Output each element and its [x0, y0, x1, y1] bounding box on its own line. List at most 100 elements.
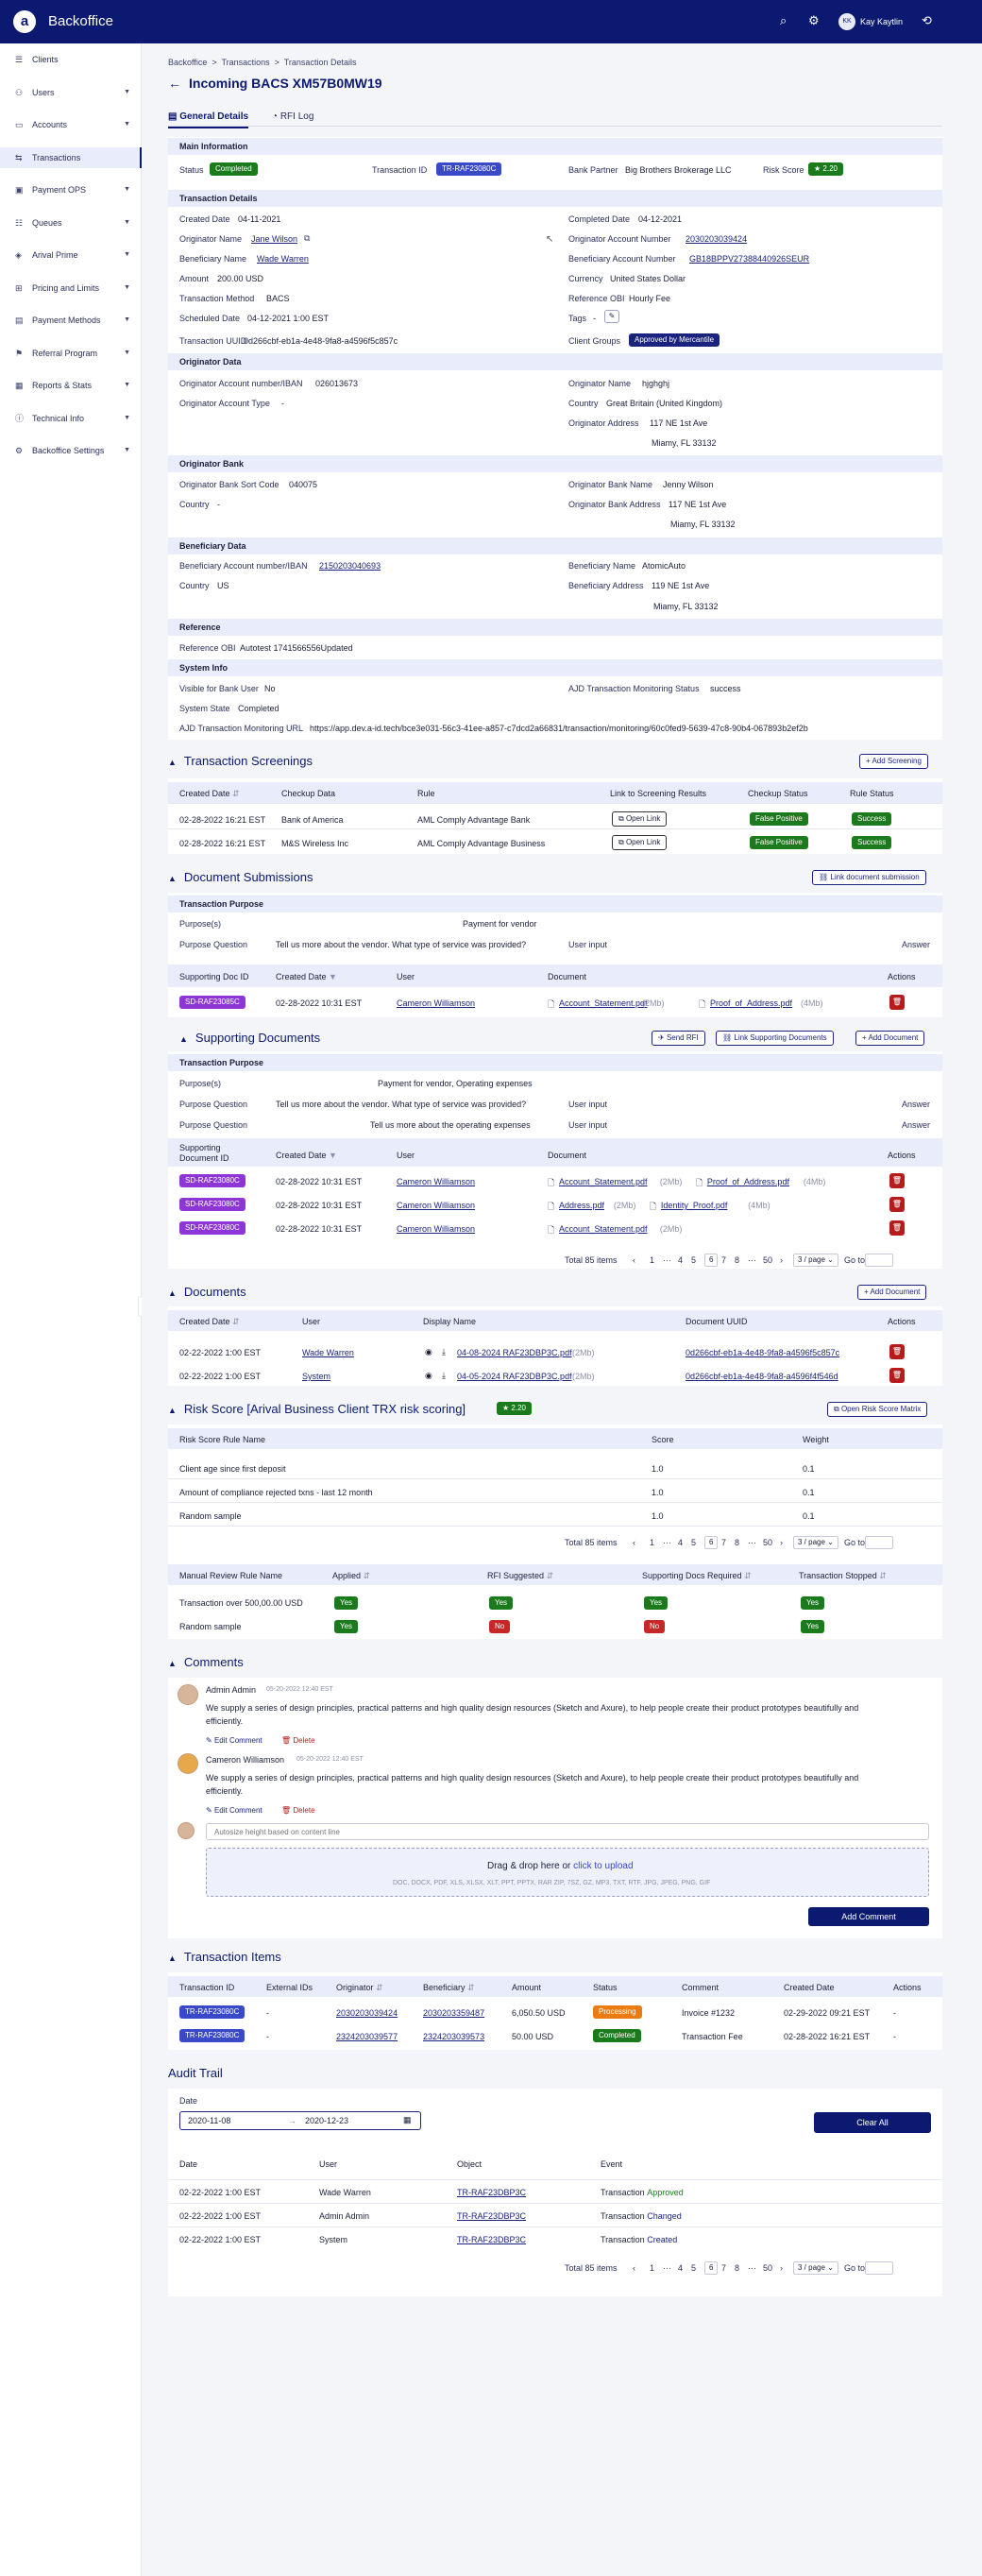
comment-input[interactable] — [206, 1823, 929, 1840]
col-rfi-suggested[interactable]: RFI Suggested ⇵ — [487, 1571, 553, 1581]
sidebar-item-payment-ops[interactable]: ▣ Payment OPS ▼ — [0, 179, 142, 200]
delete-icon[interactable]: 🗑 — [889, 1173, 905, 1188]
page-size-select[interactable]: 3 / page ⌄ — [793, 2261, 838, 2275]
page-item[interactable]: ··· — [748, 1538, 756, 1547]
delete-icon[interactable]: 🗑 — [889, 995, 905, 1010]
sidebar-item-technical-info[interactable]: ⓘ Technical Info ▼ — [0, 408, 142, 429]
edit-comment-button[interactable]: ✎ Edit Comment — [206, 1806, 262, 1815]
document-link[interactable]: Address.pdf — [559, 1201, 604, 1210]
col-applied[interactable]: Applied ⇵ — [332, 1571, 370, 1581]
document-link[interactable]: 04-08-2024 RAF23DBP3C.pdf — [457, 1348, 572, 1357]
view-icon[interactable]: ◉ — [425, 1371, 432, 1381]
app-logo[interactable]: a — [13, 10, 36, 33]
page-item[interactable]: ··· — [663, 1255, 671, 1265]
comments-section-title[interactable]: ▲ Comments — [168, 1655, 244, 1669]
page-item[interactable]: 5 — [691, 1255, 696, 1265]
originator-link[interactable]: 2030203039424 — [336, 2008, 398, 2018]
doc-id-badge[interactable]: SD-RAF23080C — [179, 1198, 246, 1211]
cell-user-link[interactable]: Wade Warren — [302, 1348, 354, 1357]
edit-comment-button[interactable]: ✎ Edit Comment — [206, 1736, 262, 1745]
page-item[interactable]: 7 — [721, 1255, 726, 1265]
breadcrumb-item[interactable]: Transactions — [221, 58, 269, 67]
doc-id-badge[interactable]: SD-RAF23080C — [179, 1174, 246, 1187]
add-comment-button[interactable]: Add Comment — [808, 1907, 929, 1926]
search-icon[interactable]: ⌕ — [780, 13, 787, 28]
object-link[interactable]: TR-RAF23DBP3C — [457, 2235, 526, 2244]
cell-user-link[interactable]: Cameron Williamson — [397, 1177, 475, 1186]
add-screening-button[interactable]: + Add Screening — [859, 754, 928, 769]
transaction-id-badge[interactable]: TR-RAF23080C — [436, 162, 502, 176]
uuid-link[interactable]: 0d266cbf-eb1a-4e48-9fa8-a4596f4f546d — [686, 1372, 838, 1381]
document-link[interactable]: Proof_of_Address.pdf — [707, 1177, 789, 1186]
cell-user-link[interactable]: Cameron Williamson — [397, 1201, 475, 1210]
page-item[interactable]: 4 — [678, 1538, 683, 1547]
sidebar-item-pricing-and-limits[interactable]: ⊞ Pricing and Limits ▼ — [0, 278, 142, 299]
col-created-date[interactable]: Created Date ▼ — [276, 972, 337, 981]
breadcrumb-item[interactable]: Backoffice — [168, 58, 207, 67]
avatar[interactable]: KK — [838, 13, 855, 30]
risk-score-section-title[interactable]: ▲ Risk Score [Arival Business Client TRX … — [168, 1402, 466, 1416]
page-item[interactable]: 6 — [704, 1536, 719, 1549]
originator-link[interactable]: 2324203039577 — [336, 2032, 398, 2041]
col-originator[interactable]: Originator ⇵ — [336, 1983, 383, 1993]
link-document-submission-button[interactable]: ⛓ Link document submission — [812, 870, 926, 885]
view-icon[interactable]: ◉ — [425, 1347, 432, 1357]
col-created-date[interactable]: Created Date ⇵ — [179, 1317, 240, 1327]
prev-page-icon[interactable]: ‹ — [633, 1538, 635, 1547]
page-item[interactable]: 1 — [650, 2263, 654, 2273]
object-link[interactable]: TR-RAF23DBP3C — [457, 2211, 526, 2221]
logout-icon[interactable]: ⟲ — [922, 13, 932, 28]
next-page-icon[interactable]: › — [780, 1255, 783, 1265]
document-submissions-title[interactable]: ▲ Document Submissions — [168, 870, 313, 884]
sidebar-item-queues[interactable]: ☷ Queues ▼ — [0, 213, 142, 233]
doc-id-badge[interactable]: SD-RAF23080C — [179, 1221, 246, 1235]
collapse-icon[interactable]: ▲ — [168, 874, 177, 883]
edit-tags-icon[interactable]: ✎ — [604, 310, 619, 323]
next-page-icon[interactable]: › — [780, 1538, 783, 1547]
date-to[interactable]: 2020-12-23 — [305, 2116, 348, 2125]
page-item[interactable]: ··· — [663, 2263, 671, 2273]
send-rfi-button[interactable]: ✈ Send RFI — [652, 1031, 705, 1046]
beneficiary-account-link[interactable]: GB18BPPV27388440926SEUR — [689, 254, 809, 264]
screenings-section-title[interactable]: ▲ Transaction Screenings — [168, 754, 313, 768]
page-item[interactable]: ··· — [663, 1538, 671, 1547]
next-page-icon[interactable]: › — [780, 2263, 783, 2273]
link-supporting-documents-button[interactable]: ⛓ Link Supporting Documents — [716, 1031, 834, 1046]
sidebar-item-arival-prime[interactable]: ◈ Arival Prime ▼ — [0, 245, 142, 265]
page-item[interactable]: 8 — [735, 1538, 739, 1547]
page-item[interactable]: 5 — [691, 2263, 696, 2273]
col-created-date[interactable]: Created Date ⇵ — [179, 789, 240, 799]
delete-icon[interactable]: 🗑 — [889, 1368, 905, 1383]
clear-all-button[interactable]: Clear All — [814, 2112, 931, 2133]
open-link-button[interactable]: ⧉ Open Link — [612, 835, 668, 850]
col-transaction-stopped[interactable]: Transaction Stopped ⇵ — [799, 1571, 887, 1581]
cell-user-link[interactable]: Cameron Williamson — [397, 998, 475, 1008]
page-item[interactable]: 50 — [763, 2263, 772, 2273]
document-link[interactable]: Account_Statement.pdf — [559, 998, 648, 1008]
beneficiary-link[interactable]: 2324203039573 — [423, 2032, 484, 2041]
page-item[interactable]: 50 — [763, 1538, 772, 1547]
page-item[interactable]: 8 — [735, 2263, 739, 2273]
page-item[interactable]: 4 — [678, 2263, 683, 2273]
ajd-url-value[interactable]: https://app.dev.a-id.tech/bce3e031-56c3-… — [310, 724, 808, 733]
page-size-select[interactable]: 3 / page ⌄ — [793, 1254, 838, 1267]
page-item[interactable]: 6 — [704, 2261, 719, 2275]
beneficiary-link[interactable]: 2030203359487 — [423, 2008, 484, 2018]
originator-name-link[interactable]: Jane Wilson — [251, 234, 297, 244]
page-item[interactable]: ··· — [748, 2263, 756, 2273]
cell-user-link[interactable]: System — [302, 1372, 330, 1381]
collapse-icon[interactable]: ▲ — [168, 1406, 177, 1415]
sidebar-item-payment-methods[interactable]: ▤ Payment Methods ▼ — [0, 310, 142, 331]
delete-comment-button[interactable]: 🗑 Delete — [281, 1806, 315, 1815]
add-document-button[interactable]: + Add Document — [857, 1285, 927, 1300]
page-item[interactable]: 7 — [721, 2263, 726, 2273]
delete-icon[interactable]: 🗑 — [889, 1220, 905, 1236]
ben-iban-link[interactable]: 2150203040693 — [319, 561, 381, 571]
sidebar-item-backoffice-settings[interactable]: ⚙ Backoffice Settings ▼ — [0, 440, 142, 461]
col-beneficiary[interactable]: Beneficiary ⇵ — [423, 1983, 475, 1993]
goto-input[interactable] — [865, 1254, 893, 1267]
supporting-documents-title[interactable]: ▲ Supporting Documents — [179, 1031, 320, 1045]
collapse-icon[interactable]: ▲ — [179, 1034, 188, 1044]
date-from[interactable]: 2020-11-08 — [188, 2116, 230, 2125]
page-item[interactable]: 4 — [678, 1255, 683, 1265]
